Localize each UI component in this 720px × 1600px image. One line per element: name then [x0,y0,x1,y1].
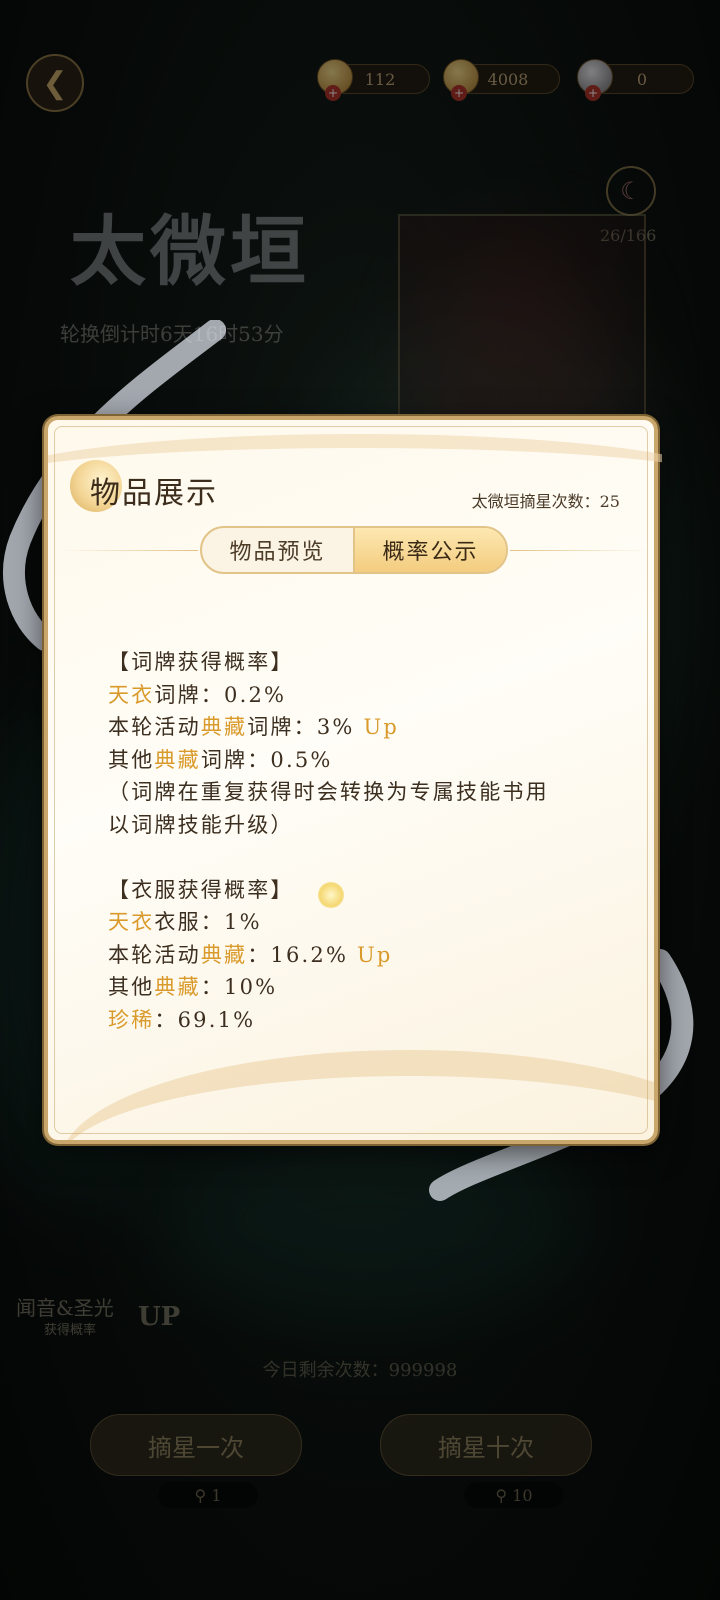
note-line: （词牌在重复获得时会转换为专属技能书用 [108,780,549,804]
probability-content: 【词牌获得概率】 天衣词牌：0.2% 本轮活动典藏词牌：3% Up 其他典藏词牌… [108,646,618,1036]
tab-item-preview[interactable]: 物品预览 [202,528,353,572]
section-header: 【衣服获得概率】 [108,877,294,902]
star-count: 太微垣摘星次数：25 [471,492,620,511]
rate-line: 其他典藏：10% [108,975,278,999]
note-line: 以词牌技能升级） [108,812,294,837]
rate-line: 天衣词牌：0.2% [108,682,287,707]
divider [510,550,650,551]
tab-probability[interactable]: 概率公示 [353,528,506,572]
rate-line: 本轮活动典藏：16.2% Up [108,942,393,967]
tab-bar: 物品预览 概率公示 [200,526,508,574]
divider [58,550,198,551]
rate-line: 天衣衣服：1% [108,910,262,934]
item-display-modal: 物品展示 太微垣摘星次数：25 物品预览 概率公示 【词牌获得概率】 天衣词牌：… [44,416,662,1144]
rate-line: 其他典藏词牌：0.5% [108,747,333,772]
rate-line: 本轮活动典藏词牌：3% Up [108,715,399,739]
rate-line: 珍稀：69.1% [108,1007,256,1032]
glow-orb [318,882,344,908]
modal-title: 物品展示 [90,476,218,511]
section-header: 【词牌获得概率】 [108,650,294,674]
